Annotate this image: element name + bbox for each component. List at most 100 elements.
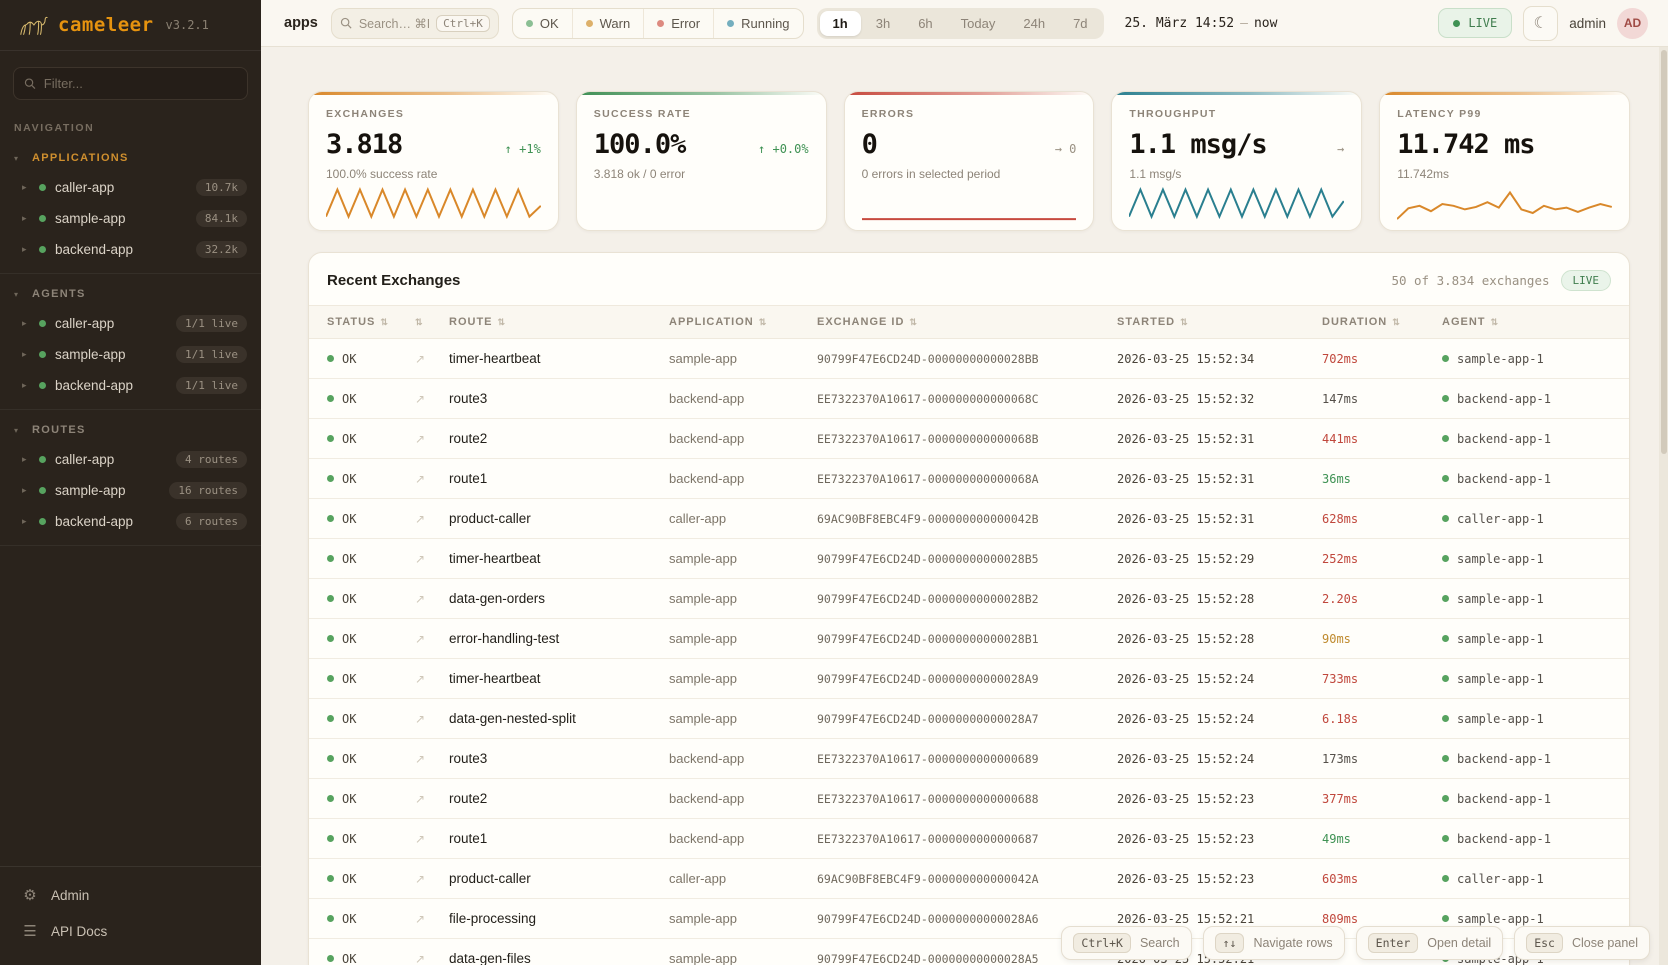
exchange-id-cell: EE7322370A10617-000000000000068C [817,392,1117,406]
time-range-today[interactable]: Today [948,11,1009,36]
column-header-started[interactable]: STARTED⇅ [1117,316,1322,328]
sidebar-section-header[interactable]: ▾ AGENTS [0,278,261,308]
table-row[interactable]: OK ↗ timer-heartbeat sample-app 90799F47… [309,339,1629,379]
table-row[interactable]: OK ↗ data-gen-nested-split sample-app 90… [309,699,1629,739]
sidebar-item-caller-app[interactable]: ▸ caller-app 1/1 live [0,308,261,339]
ok-status-dot [327,435,334,442]
status-cell: OK [327,432,415,446]
started-cell: 2026-03-25 15:52:23 [1117,792,1322,806]
sidebar-item-backend-app[interactable]: ▸ backend-app 6 routes [0,506,261,537]
window-scrollbar[interactable] [1659,47,1668,965]
column-header-agent[interactable]: AGENT⇅ [1442,316,1611,328]
open-exchange-icon[interactable]: ↗ [415,752,449,766]
footer-item-admin[interactable]: ⚙ Admin [0,877,261,913]
scrollbar-thumb[interactable] [1661,50,1667,454]
table-row[interactable]: OK ↗ error-handling-test sample-app 9079… [309,619,1629,659]
open-exchange-icon[interactable]: ↗ [415,592,449,606]
open-exchange-icon[interactable]: ↗ [415,672,449,686]
agent-cell: backend-app-1 [1442,392,1611,406]
kpi-accent-bar [309,92,558,95]
exchange-id-cell: 90799F47E6CD24D-00000000000028BB [817,352,1117,366]
open-exchange-icon[interactable]: ↗ [415,952,449,965]
status-filter-running[interactable]: Running [713,9,802,38]
table-row[interactable]: OK ↗ data-gen-orders sample-app 90799F47… [309,579,1629,619]
kpi-row: EXCHANGES 3.818 ↑ +1% 100.0% success rat… [308,91,1630,231]
ok-status-dot [327,875,334,882]
open-exchange-icon[interactable]: ↗ [415,832,449,846]
column-header-status[interactable]: STATUS⇅ [327,316,415,328]
open-exchange-icon[interactable]: ↗ [415,912,449,926]
global-search[interactable]: Search… ⌘K Ctrl+K [331,8,499,39]
open-exchange-icon[interactable]: ↗ [415,352,449,366]
open-exchange-icon[interactable]: ↗ [415,552,449,566]
route-cell: data-gen-orders [449,591,669,606]
caret-right-icon: ▸ [22,380,30,391]
column-header-duration[interactable]: DURATION⇅ [1322,316,1442,328]
kpi-accent-bar [1112,92,1361,95]
table-row[interactable]: OK ↗ route2 backend-app EE7322370A10617-… [309,419,1629,459]
sidebar-item-backend-app[interactable]: ▸ backend-app 1/1 live [0,370,261,401]
table-row[interactable]: OK ↗ route1 backend-app EE7322370A10617-… [309,819,1629,859]
open-exchange-icon[interactable]: ↗ [415,392,449,406]
sidebar-item-backend-app[interactable]: ▸ backend-app 32.2k [0,234,261,265]
table-row[interactable]: OK ↗ timer-heartbeat sample-app 90799F47… [309,659,1629,699]
application-cell: sample-app [669,631,817,646]
sidebar-section-header[interactable]: ▾ APPLICATIONS [0,142,261,172]
sidebar-section-header[interactable]: ▾ ROUTES [0,414,261,444]
open-exchange-icon[interactable]: ↗ [415,712,449,726]
status-dot [39,487,46,494]
time-range-6h[interactable]: 6h [905,11,945,36]
hint-kbd: Ctrl+K [1073,933,1131,953]
kpi-sparkline [1397,186,1612,222]
sidebar-item-caller-app[interactable]: ▸ caller-app 4 routes [0,444,261,475]
column-header-application[interactable]: APPLICATION⇅ [669,316,817,328]
time-range-7d[interactable]: 7d [1060,11,1100,36]
open-exchange-icon[interactable]: ↗ [415,432,449,446]
open-exchange-icon[interactable]: ↗ [415,872,449,886]
exchange-id-cell: EE7322370A10617-0000000000000689 [817,752,1117,766]
table-row[interactable]: OK ↗ route3 backend-app EE7322370A10617-… [309,379,1629,419]
status-filter-warn[interactable]: Warn [572,9,644,38]
open-exchange-icon[interactable]: ↗ [415,472,449,486]
hint-label: Navigate rows [1253,936,1332,950]
kpi-card-exchanges: EXCHANGES 3.818 ↑ +1% 100.0% success rat… [308,91,559,231]
sidebar-item-sample-app[interactable]: ▸ sample-app 84.1k [0,203,261,234]
avatar[interactable]: AD [1617,8,1648,39]
open-exchange-icon[interactable]: ↗ [415,792,449,806]
table-row[interactable]: OK ↗ route2 backend-app EE7322370A10617-… [309,779,1629,819]
agent-cell: caller-app-1 [1442,512,1611,526]
app-title: cameleer [58,14,154,36]
table-row[interactable]: OK ↗ product-caller caller-app 69AC90BF8… [309,499,1629,539]
open-exchange-icon[interactable]: ↗ [415,632,449,646]
open-exchange-icon[interactable]: ↗ [415,512,449,526]
agent-cell: backend-app-1 [1442,792,1611,806]
status-dot [39,351,46,358]
sidebar-item-sample-app[interactable]: ▸ sample-app 1/1 live [0,339,261,370]
column-header-exchange-id[interactable]: EXCHANGE ID⇅ [817,316,1117,328]
table-row[interactable]: OK ↗ product-caller caller-app 69AC90BF8… [309,859,1629,899]
live-label: LIVE [1468,16,1497,30]
table-row[interactable]: OK ↗ route1 backend-app EE7322370A10617-… [309,459,1629,499]
sidebar-item-sample-app[interactable]: ▸ sample-app 16 routes [0,475,261,506]
duration-cell: 2.20s [1322,592,1442,606]
theme-toggle-button[interactable]: ☾ [1523,6,1558,41]
time-range-display[interactable]: 25. März 14:52—now [1117,16,1290,31]
sidebar-item-caller-app[interactable]: ▸ caller-app 10.7k [0,172,261,203]
kpi-accent-bar [1380,92,1629,95]
table-row[interactable]: OK ↗ timer-heartbeat sample-app 90799F47… [309,539,1629,579]
route-cell: product-caller [449,511,669,526]
status-filter-error[interactable]: Error [643,9,713,38]
time-range-3h[interactable]: 3h [863,11,903,36]
status-filter-ok[interactable]: OK [513,9,572,38]
filter-input[interactable] [44,76,237,91]
footer-item-api-docs[interactable]: ☰ API Docs [0,913,261,949]
table-row[interactable]: OK ↗ route3 backend-app EE7322370A10617-… [309,739,1629,779]
time-range-24h[interactable]: 24h [1010,11,1058,36]
live-toggle-button[interactable]: LIVE [1438,8,1512,38]
column-header-route[interactable]: ROUTE⇅ [449,316,669,328]
time-range-1h[interactable]: 1h [820,11,861,36]
hint-kbd: Esc [1526,933,1563,953]
sidebar-filter[interactable] [13,67,248,100]
column-header-expand[interactable]: ⇅ [415,317,449,328]
caret-down-icon: ▾ [14,290,22,299]
